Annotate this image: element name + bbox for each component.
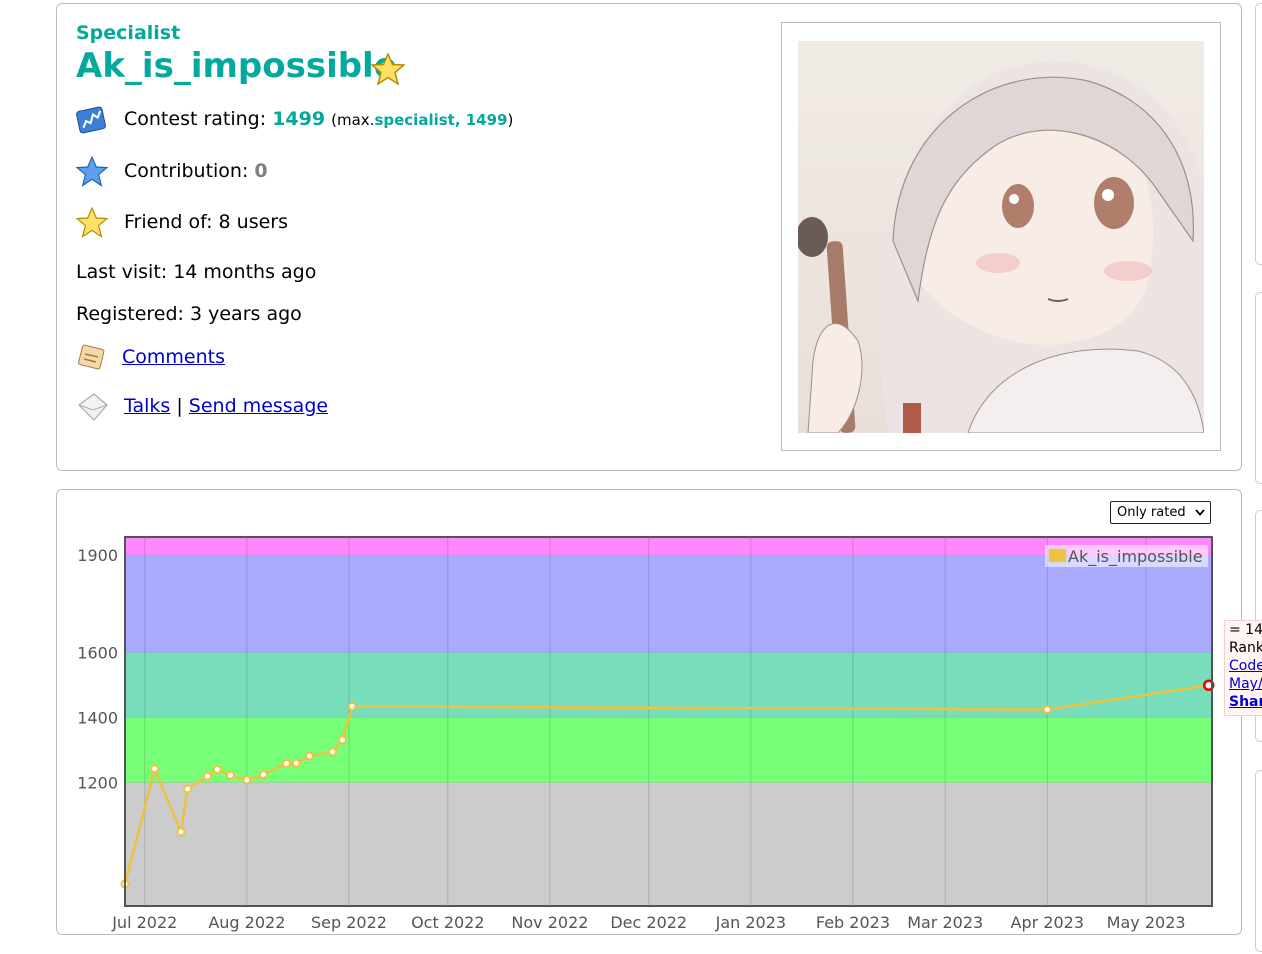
- rating-chart: 1200 1400 1600 1900 Jul 2022 Aug 2022 Sep 202…: [77, 536, 1215, 932]
- rating-band: [125, 782, 1212, 906]
- rating-band: [125, 554, 1212, 653]
- data-point[interactable]: [291, 758, 301, 768]
- legend-label: Ak_is_impossible: [1068, 547, 1203, 567]
- x-tick-label: Jul 2022: [111, 913, 177, 932]
- x-tick-label: Aug 2022: [208, 913, 285, 932]
- data-point[interactable]: [176, 827, 186, 837]
- data-point[interactable]: [258, 770, 268, 780]
- y-tick-label: 1400: [77, 708, 118, 727]
- x-tick-label: Oct 2022: [411, 913, 484, 932]
- data-point[interactable]: [202, 771, 212, 781]
- y-tick-label: 1600: [77, 643, 118, 662]
- data-point[interactable]: [337, 735, 347, 745]
- contest-tooltip: = 14 Rank Code May/ Shar: [1224, 620, 1262, 716]
- data-point[interactable]: [281, 759, 291, 769]
- legend: Ak_is_impossible: [1045, 545, 1208, 567]
- x-tick-label: Sep 2022: [311, 913, 387, 932]
- y-tick-label: 1900: [77, 546, 118, 565]
- x-tick-label: Feb 2023: [816, 913, 890, 932]
- tooltip-rating: = 14: [1229, 622, 1262, 638]
- x-tick-label: May 2023: [1107, 913, 1186, 932]
- tooltip-contest-link[interactable]: Code: [1229, 658, 1262, 674]
- x-axis-ticks: Jul 2022 Aug 2022 Sep 2022 Oct 2022 Nov 2022…: [111, 913, 1185, 932]
- x-tick-label: Dec 2022: [610, 913, 687, 932]
- data-point[interactable]: [304, 751, 314, 761]
- data-point[interactable]: [328, 747, 338, 757]
- data-point[interactable]: [225, 770, 235, 780]
- tooltip-rank: Rank: [1229, 640, 1262, 656]
- x-tick-label: Mar 2023: [907, 913, 983, 932]
- x-tick-label: Apr 2023: [1011, 913, 1084, 932]
- tooltip-date-link[interactable]: May/: [1229, 676, 1262, 692]
- rating-bands: [125, 537, 1212, 906]
- rating-band: [125, 717, 1212, 783]
- data-point[interactable]: [242, 775, 252, 785]
- x-tick-label: Jan 2023: [715, 913, 786, 932]
- data-point[interactable]: [347, 701, 357, 711]
- tooltip-share-link[interactable]: Shar: [1229, 694, 1262, 710]
- data-point[interactable]: [212, 764, 222, 774]
- x-tick-label: Nov 2022: [511, 913, 588, 932]
- y-tick-label: 1200: [77, 773, 118, 792]
- data-point[interactable]: [150, 764, 160, 774]
- data-point[interactable]: [183, 784, 193, 794]
- data-point[interactable]: [1042, 705, 1052, 715]
- y-axis-ticks: 1200 1400 1600 1900: [77, 546, 118, 793]
- legend-swatch: [1048, 548, 1067, 563]
